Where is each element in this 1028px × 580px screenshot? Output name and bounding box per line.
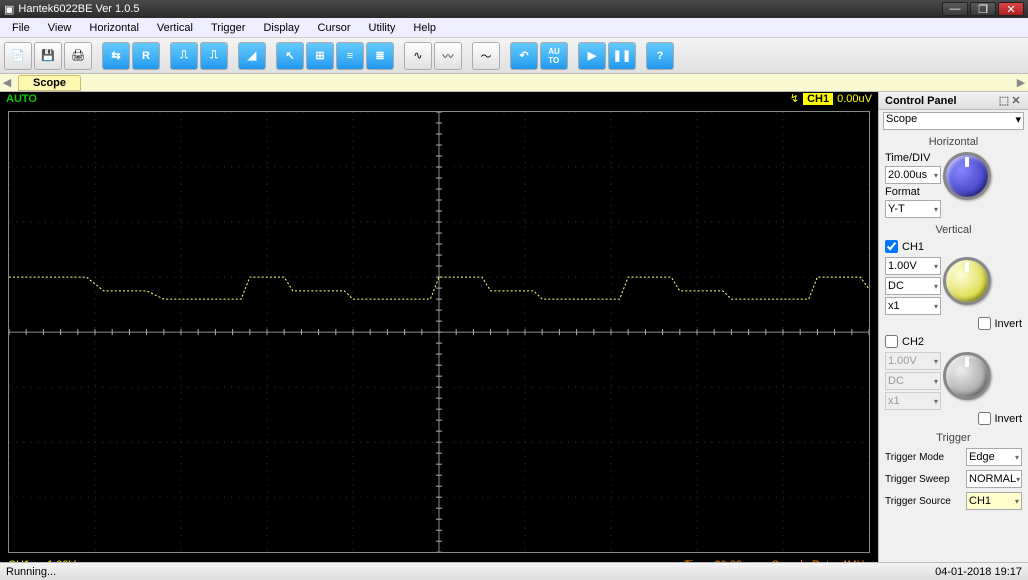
pulse-down-icon[interactable]: ⎍	[200, 42, 228, 70]
ch1-knob[interactable]	[943, 257, 991, 305]
acquisition-mode: AUTO	[6, 93, 37, 105]
ch2-label: CH2	[902, 336, 924, 348]
window-title: Hantek6022BE Ver 1.0.5	[18, 3, 942, 15]
trigger-source-select[interactable]: CH1▾	[966, 492, 1022, 510]
section-trigger-title: Trigger	[879, 428, 1028, 446]
ch2-enable-checkbox[interactable]	[885, 335, 898, 348]
ch2-coupling-select[interactable]: DC▾	[885, 372, 941, 390]
ch1-label: CH1	[902, 241, 924, 253]
undo-icon[interactable]: ↶	[510, 42, 538, 70]
trigger-readout: ↯ CH1 0.00uV	[790, 92, 872, 105]
menu-trigger[interactable]: Trigger	[203, 20, 253, 36]
fft-icon[interactable]: 〜	[472, 42, 500, 70]
horizontal-knob[interactable]	[943, 152, 991, 200]
section-vertical-title: Vertical	[879, 220, 1028, 238]
panel-pin-icon[interactable]: ⬚	[998, 94, 1010, 107]
menu-view[interactable]: View	[40, 20, 80, 36]
panel-close-icon[interactable]: ✕	[1010, 94, 1022, 107]
ch2-invert-label: Invert	[994, 413, 1022, 425]
tab-scroll-right-icon[interactable]: ▶	[1014, 76, 1028, 89]
time-div-label: Time/DIV	[885, 152, 939, 164]
panel-mode-select[interactable]: Scope▾	[883, 112, 1024, 130]
minimize-button[interactable]: —	[942, 2, 968, 16]
trigger-marker-left-icon[interactable]	[8, 366, 9, 376]
toolbar: 📄 💾 🖨 ⇆ R ⎍ ⎍ ◢ ↖ ⊞ ≡ ≣ ∿ 〰 〜 ↶ AUTO ▶ ❚…	[0, 38, 1028, 74]
ch1-invert-label: Invert	[994, 318, 1022, 330]
main-area: AUTO ↯ CH1 0.00uV CH1 — 1.00V Time: 20.0…	[0, 92, 1028, 562]
run-icon[interactable]: ▶	[578, 42, 606, 70]
menu-cursor[interactable]: Cursor	[310, 20, 359, 36]
ch2-knob[interactable]	[943, 352, 991, 400]
scope-area: AUTO ↯ CH1 0.00uV CH1 — 1.00V Time: 20.0…	[0, 92, 878, 562]
menu-horizontal[interactable]: Horizontal	[81, 20, 147, 36]
ch1-enable-checkbox[interactable]	[885, 240, 898, 253]
trigger-sweep-label: Trigger Sweep	[885, 474, 962, 485]
section-horizontal-title: Horizontal	[879, 132, 1028, 150]
ch1-invert-checkbox[interactable]	[978, 317, 991, 330]
channel-toggle-icon[interactable]: ⇆	[102, 42, 130, 70]
pause-icon[interactable]: ❚❚	[608, 42, 636, 70]
scope-canvas-wrap	[0, 105, 878, 559]
menu-file[interactable]: File	[4, 20, 38, 36]
auto-icon[interactable]: AUTO	[540, 42, 568, 70]
ramp-icon[interactable]: ◢	[238, 42, 266, 70]
print-icon[interactable]: 🖨	[64, 42, 92, 70]
tabstrip: ◀ Scope ▶	[0, 74, 1028, 92]
format-label: Format	[885, 186, 939, 198]
scope-top-bar: AUTO ↯ CH1 0.00uV	[0, 92, 878, 105]
trigger-marker-right-icon[interactable]	[869, 366, 870, 376]
trigger-edge-icon: ↯	[790, 92, 799, 105]
save-icon[interactable]: 💾	[34, 42, 62, 70]
close-button[interactable]: ✕	[998, 2, 1024, 16]
trigger-mode-label: Trigger Mode	[885, 452, 962, 463]
titlebar: ▣ Hantek6022BE Ver 1.0.5 — ❐ ✕	[0, 0, 1028, 18]
format-select[interactable]: Y-T▾	[885, 200, 941, 218]
ch1-coupling-select[interactable]: DC▾	[885, 277, 941, 295]
ch1-probe-select[interactable]: x1▾	[885, 297, 941, 315]
help-icon[interactable]: ?	[646, 42, 674, 70]
menu-display[interactable]: Display	[255, 20, 307, 36]
trigger-source-label: Trigger Source	[885, 496, 962, 507]
app-icon: ▣	[4, 3, 14, 16]
reset-icon[interactable]: R	[132, 42, 160, 70]
statusbar: Running... 04-01-2018 19:17	[0, 562, 1028, 580]
menubar: File View Horizontal Vertical Trigger Di…	[0, 18, 1028, 38]
time-div-select[interactable]: 20.00us▾	[885, 166, 941, 184]
cursor-icon[interactable]: ↖	[276, 42, 304, 70]
new-icon[interactable]: 📄	[4, 42, 32, 70]
pulse-up-icon[interactable]: ⎍	[170, 42, 198, 70]
math-icon[interactable]: ∿	[404, 42, 432, 70]
ch1-volts-select[interactable]: 1.00V▾	[885, 257, 941, 275]
trigger-mode-select[interactable]: Edge▾	[966, 448, 1022, 466]
maximize-button[interactable]: ❐	[970, 2, 996, 16]
grid-icon[interactable]: ⊞	[306, 42, 334, 70]
ch2-invert-checkbox[interactable]	[978, 412, 991, 425]
menu-vertical[interactable]: Vertical	[149, 20, 201, 36]
control-panel-title: Control Panel	[885, 95, 957, 107]
trigger-channel-badge: CH1	[803, 93, 833, 105]
status-text: Running...	[6, 566, 56, 578]
control-panel: Control Panel ⬚ ✕ Scope▾ Horizontal Time…	[878, 92, 1028, 562]
trigger-level-value: 0.00uV	[837, 93, 872, 105]
ch2-probe-select[interactable]: x1▾	[885, 392, 941, 410]
scope-canvas[interactable]	[8, 111, 870, 553]
menu-utility[interactable]: Utility	[361, 20, 404, 36]
list-icon[interactable]: ≣	[366, 42, 394, 70]
ch2-volts-select[interactable]: 1.00V▾	[885, 352, 941, 370]
trigger-sweep-select[interactable]: NORMAL▾	[966, 470, 1022, 488]
tab-scroll-left-icon[interactable]: ◀	[0, 76, 14, 89]
status-datetime: 04-01-2018 19:17	[935, 566, 1022, 578]
control-panel-header: Control Panel ⬚ ✕	[879, 92, 1028, 110]
measure-icon[interactable]: ≡	[336, 42, 364, 70]
wave-icon[interactable]: 〰	[434, 42, 462, 70]
menu-help[interactable]: Help	[405, 20, 444, 36]
tab-scope[interactable]: Scope	[18, 75, 81, 91]
